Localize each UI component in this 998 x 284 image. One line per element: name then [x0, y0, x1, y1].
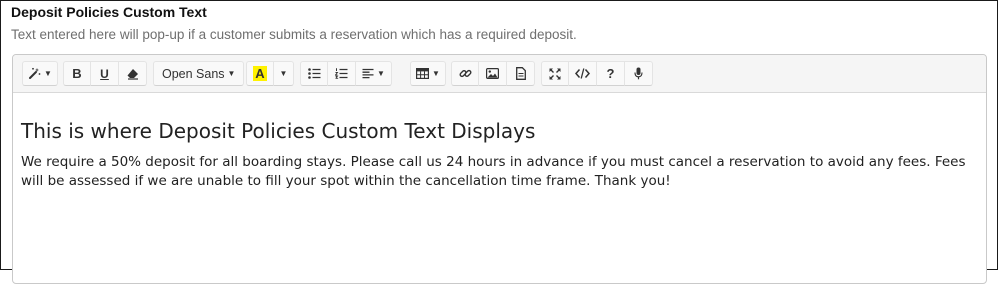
field-title: Deposit Policies Custom Text [11, 4, 207, 20]
align-left-icon [362, 68, 374, 79]
underline-icon: U [100, 66, 109, 81]
table-icon [416, 68, 430, 79]
unordered-list-button[interactable] [300, 61, 328, 86]
paragraph-dropdown-button[interactable]: ▼ [356, 61, 392, 86]
color-dropdown-button[interactable]: ▼ [274, 61, 294, 86]
image-icon [486, 68, 499, 79]
table-group: ▼ [410, 61, 446, 86]
bulleted-list-icon [307, 68, 321, 79]
file-button[interactable] [507, 61, 535, 86]
content-heading: This is where Deposit Policies Custom Te… [21, 119, 536, 143]
fullscreen-button[interactable] [541, 61, 569, 86]
font-name-group: Open Sans ▼ [153, 61, 245, 86]
numbered-list-icon [335, 68, 348, 79]
underline-button[interactable]: U [91, 61, 119, 86]
style-group: ▼ [22, 61, 58, 86]
eraser-icon [126, 68, 139, 80]
para-group: ▼ [300, 61, 392, 86]
recent-color-button[interactable]: A [246, 61, 274, 86]
font-color-icon: A [253, 66, 267, 81]
font-name-label: Open Sans [162, 66, 225, 81]
chevron-down-icon: ▼ [377, 69, 385, 78]
color-group: A ▼ [246, 61, 294, 86]
picture-button[interactable] [479, 61, 507, 86]
magic-wand-icon [28, 67, 41, 80]
codeview-button[interactable] [569, 61, 597, 86]
clear-format-button[interactable] [119, 61, 147, 86]
editor-toolbar: ▼ B U Open Sans ▼ A ▼ ▼ ▼ ? [13, 55, 986, 93]
code-icon [575, 68, 590, 79]
file-icon [515, 67, 526, 80]
content-paragraph: We require a 50% deposit for all boardin… [21, 154, 966, 189]
field-help-text: Text entered here will pop-up if a custo… [11, 27, 577, 42]
bold-icon: B [72, 66, 82, 81]
chevron-down-icon: ▼ [44, 69, 52, 78]
question-icon: ? [606, 66, 615, 81]
chevron-down-icon: ▼ [432, 69, 440, 78]
fullscreen-icon [549, 68, 561, 80]
bold-button[interactable]: B [63, 61, 91, 86]
link-icon [459, 67, 472, 80]
chevron-down-icon: ▼ [227, 69, 236, 78]
microphone-button[interactable] [625, 61, 653, 86]
insert-group [451, 61, 535, 86]
ordered-list-button[interactable] [328, 61, 356, 86]
rich-text-editor[interactable]: ▼ B U Open Sans ▼ A ▼ ▼ ▼ ? This is wher… [12, 54, 987, 284]
link-button[interactable] [451, 61, 479, 86]
chevron-down-icon: ▼ [279, 69, 288, 78]
table-dropdown-button[interactable]: ▼ [410, 61, 446, 86]
editor-content-area[interactable]: This is where Deposit Policies Custom Te… [13, 93, 986, 191]
view-group: ? [541, 61, 653, 86]
font-style-group: B U [63, 61, 147, 86]
help-button[interactable]: ? [597, 61, 625, 86]
microphone-icon [634, 67, 643, 80]
style-dropdown-button[interactable]: ▼ [22, 61, 58, 86]
font-name-dropdown[interactable]: Open Sans ▼ [153, 61, 245, 86]
